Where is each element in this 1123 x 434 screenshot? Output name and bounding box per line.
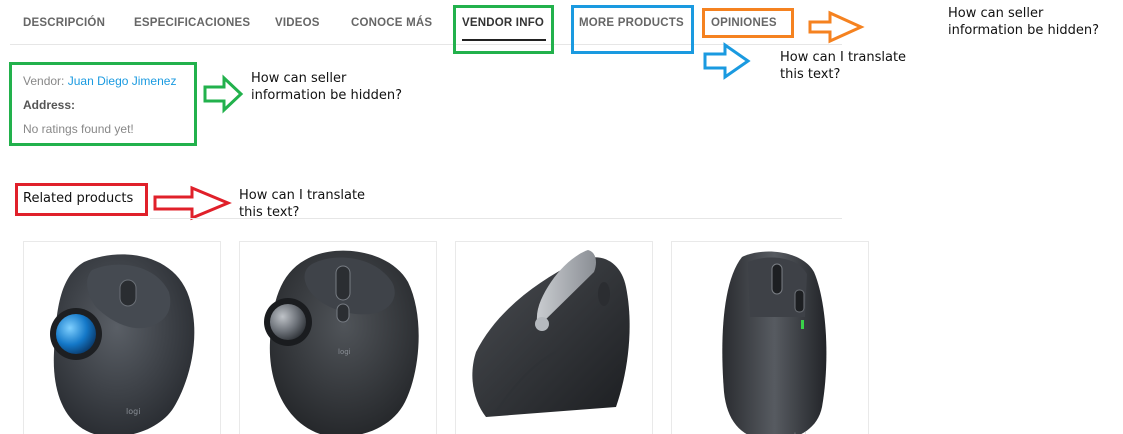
svg-text:logi: logi xyxy=(126,407,140,416)
green-note-line2: information be hidden? xyxy=(251,88,403,103)
svg-text:logi: logi xyxy=(338,348,351,356)
green-annotation-note: How can seller information be hidden? xyxy=(251,70,402,104)
blue-annotation-note: How can I translate this text? xyxy=(780,49,906,83)
blue-arrow-icon xyxy=(703,42,751,80)
red-arrow-icon xyxy=(153,185,232,221)
blue-note-line1: How can I translate xyxy=(780,50,907,65)
vertical-mouse-image xyxy=(472,250,630,417)
related-product-card-1[interactable]: logi xyxy=(23,241,221,434)
orange-annotation-note: How can seller information be hidden? xyxy=(948,5,1099,39)
related-product-card-4[interactable]: logi xyxy=(671,241,869,434)
trackball-mouse-image: logi xyxy=(50,254,195,434)
related-divider xyxy=(150,218,842,219)
green-arrow-icon xyxy=(203,74,244,114)
orange-note-line1: How can seller xyxy=(948,6,1044,21)
ergonomic-trackball-mouse-image: logi xyxy=(264,250,419,434)
orange-note-line2: information be hidden? xyxy=(948,23,1100,38)
related-product-card-2[interactable]: logi xyxy=(239,241,437,434)
related-product-card-3[interactable] xyxy=(455,241,653,434)
annotation-box-related-title xyxy=(15,183,148,216)
green-note-line1: How can seller xyxy=(251,71,347,86)
orange-arrow-icon xyxy=(808,10,865,44)
red-annotation-note: How can I translate this text? xyxy=(239,187,365,221)
wireless-mouse-image: logi xyxy=(722,251,827,434)
red-note-line1: How can I translate xyxy=(239,188,366,203)
blue-note-line2: this text? xyxy=(780,67,841,82)
